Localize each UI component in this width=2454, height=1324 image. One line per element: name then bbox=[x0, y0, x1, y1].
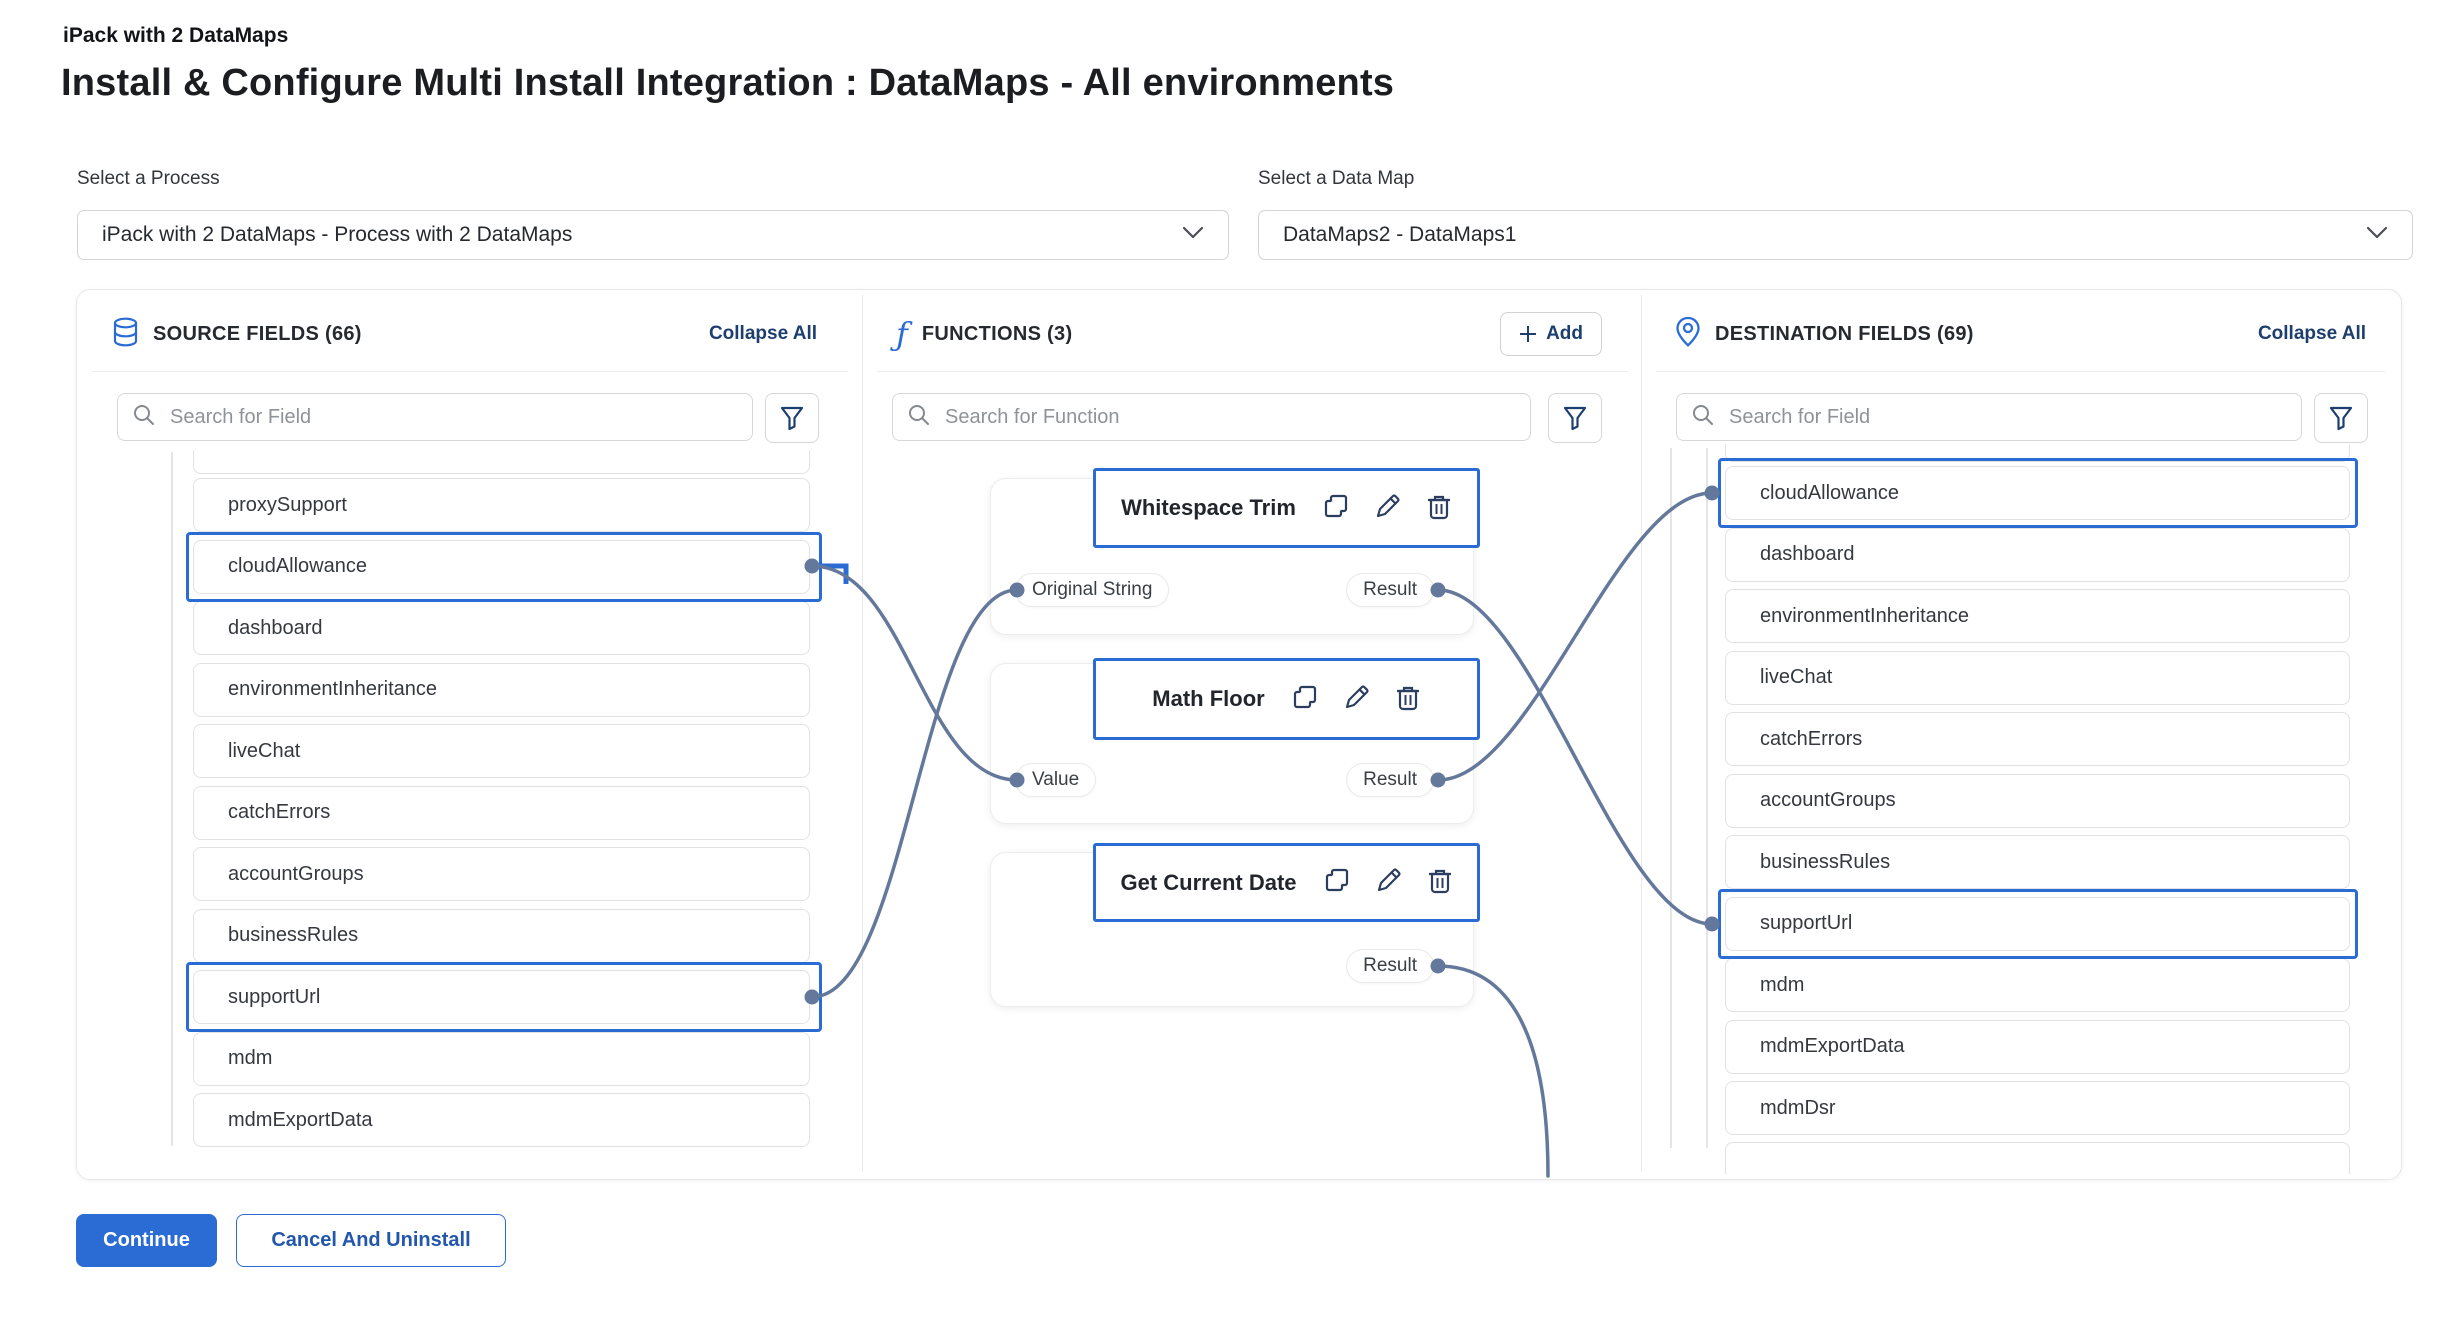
cancel-and-uninstall-button[interactable]: Cancel And Uninstall bbox=[236, 1214, 506, 1267]
source-field-item[interactable]: businessRules bbox=[193, 909, 810, 963]
destination-panel-header: DESTINATION FIELDS (69) Collapse All bbox=[1675, 312, 2366, 356]
source-field-item[interactable]: accountGroups bbox=[193, 847, 810, 901]
tree-guide-line bbox=[1706, 448, 1708, 1148]
search-icon bbox=[132, 403, 156, 432]
source-filter-button[interactable] bbox=[765, 393, 819, 443]
function-card-header: Get Current Date bbox=[1093, 843, 1480, 922]
process-select-label: Select a Process bbox=[77, 168, 220, 190]
partial-field-row bbox=[1725, 1142, 2350, 1174]
function-card-header: Whitespace Trim bbox=[1093, 468, 1480, 548]
datamap-select-value: DataMaps2 - DataMaps1 bbox=[1283, 223, 2366, 247]
divider bbox=[877, 371, 1628, 372]
destination-field-item[interactable]: cloudAllowance bbox=[1725, 466, 2350, 520]
edit-icon bbox=[1343, 683, 1371, 711]
source-field-item[interactable]: proxySupport bbox=[193, 478, 810, 532]
function-card-header: Math Floor bbox=[1093, 658, 1480, 740]
source-field-item[interactable]: supportUrl bbox=[193, 970, 810, 1024]
database-icon bbox=[112, 317, 139, 352]
destination-field-item[interactable]: liveChat bbox=[1725, 651, 2350, 705]
destination-filter-button[interactable] bbox=[2314, 393, 2368, 443]
destination-field-item[interactable]: mdm bbox=[1725, 958, 2350, 1012]
functions-panel-header: ƒ FUNCTIONS (3) Add bbox=[896, 312, 1602, 356]
function-input-port[interactable]: Value bbox=[1015, 763, 1096, 797]
destination-field-item[interactable]: catchErrors bbox=[1725, 712, 2350, 766]
tree-guide-line bbox=[1670, 448, 1672, 1148]
copy-icon[interactable] bbox=[1322, 492, 1350, 525]
destination-field-item[interactable]: mdmDsr bbox=[1725, 1081, 2350, 1135]
tree-guide-line bbox=[171, 452, 173, 1146]
source-field-item[interactable]: mdm bbox=[193, 1032, 810, 1086]
location-pin-icon bbox=[1675, 316, 1701, 353]
delete-icon bbox=[1426, 492, 1452, 520]
copy-icon bbox=[1291, 683, 1319, 711]
function-output-port[interactable]: Result bbox=[1346, 949, 1434, 983]
delete-icon[interactable] bbox=[1427, 866, 1453, 899]
divider bbox=[1656, 371, 2385, 372]
edit-icon[interactable] bbox=[1375, 866, 1403, 899]
source-search[interactable] bbox=[117, 393, 753, 441]
source-field-item[interactable]: liveChat bbox=[193, 724, 810, 778]
edit-icon bbox=[1375, 866, 1403, 894]
continue-button[interactable]: Continue bbox=[76, 1214, 217, 1267]
source-field-item[interactable]: dashboard bbox=[193, 601, 810, 655]
partial-field-row bbox=[1725, 444, 2350, 462]
delete-icon[interactable] bbox=[1395, 683, 1421, 716]
function-output-port[interactable]: Result bbox=[1346, 573, 1434, 607]
delete-icon bbox=[1395, 683, 1421, 711]
source-panel-title: SOURCE FIELDS (66) bbox=[153, 323, 362, 346]
source-field-item[interactable]: cloudAllowance bbox=[193, 540, 810, 594]
plus-icon bbox=[1519, 325, 1537, 343]
destination-field-item[interactable]: environmentInheritance bbox=[1725, 589, 2350, 643]
panel-divider bbox=[1641, 295, 1642, 1172]
destination-field-item[interactable]: mdmExportData bbox=[1725, 1020, 2350, 1074]
chevron-down-icon bbox=[2366, 226, 2388, 244]
destination-collapse-all-button[interactable]: Collapse All bbox=[2258, 323, 2366, 345]
destination-field-item[interactable]: supportUrl bbox=[1725, 897, 2350, 951]
copy-icon[interactable] bbox=[1323, 866, 1351, 899]
function-title: Math Floor bbox=[1152, 686, 1264, 712]
destination-search-input[interactable] bbox=[1727, 405, 2287, 430]
panel-divider bbox=[862, 295, 863, 1172]
partial-field-row bbox=[193, 450, 810, 474]
destination-field-item[interactable]: businessRules bbox=[1725, 835, 2350, 889]
function-title: Whitespace Trim bbox=[1121, 495, 1296, 521]
destination-search[interactable] bbox=[1676, 393, 2302, 441]
source-field-item[interactable]: mdmExportData bbox=[193, 1093, 810, 1147]
chevron-down-icon bbox=[1182, 226, 1204, 244]
functions-search-input[interactable] bbox=[943, 405, 1516, 430]
edit-icon bbox=[1374, 492, 1402, 520]
copy-icon bbox=[1323, 866, 1351, 894]
delete-icon bbox=[1427, 866, 1453, 894]
copy-icon bbox=[1322, 492, 1350, 520]
search-icon bbox=[907, 403, 931, 432]
destination-panel-title: DESTINATION FIELDS (69) bbox=[1715, 323, 1974, 346]
source-collapse-all-button[interactable]: Collapse All bbox=[709, 323, 817, 345]
destination-field-item[interactable]: dashboard bbox=[1725, 528, 2350, 582]
functions-panel-title: FUNCTIONS (3) bbox=[922, 323, 1073, 346]
process-select-value: iPack with 2 DataMaps - Process with 2 D… bbox=[102, 223, 1182, 247]
function-icon: ƒ bbox=[896, 319, 908, 349]
function-output-port[interactable]: Result bbox=[1346, 763, 1434, 797]
edit-icon[interactable] bbox=[1343, 683, 1371, 716]
breadcrumb: iPack with 2 DataMaps bbox=[63, 24, 288, 48]
function-input-port[interactable]: Original String bbox=[1015, 573, 1169, 607]
functions-search[interactable] bbox=[892, 393, 1531, 441]
search-icon bbox=[1691, 403, 1715, 432]
destination-field-item[interactable]: accountGroups bbox=[1725, 774, 2350, 828]
function-title: Get Current Date bbox=[1120, 870, 1296, 896]
page-title: Install & Configure Multi Install Integr… bbox=[61, 62, 1394, 105]
datamap-select[interactable]: DataMaps2 - DataMaps1 bbox=[1258, 210, 2413, 260]
source-field-item[interactable]: catchErrors bbox=[193, 786, 810, 840]
functions-filter-button[interactable] bbox=[1548, 393, 1602, 443]
edit-icon[interactable] bbox=[1374, 492, 1402, 525]
copy-icon[interactable] bbox=[1291, 683, 1319, 716]
source-search-input[interactable] bbox=[168, 405, 738, 430]
process-select[interactable]: iPack with 2 DataMaps - Process with 2 D… bbox=[77, 210, 1229, 260]
delete-icon[interactable] bbox=[1426, 492, 1452, 525]
datamap-select-label: Select a Data Map bbox=[1258, 168, 1414, 190]
add-function-button[interactable]: Add bbox=[1500, 312, 1602, 356]
source-panel-header: SOURCE FIELDS (66) Collapse All bbox=[112, 312, 817, 356]
divider bbox=[92, 371, 848, 372]
source-field-item[interactable]: environmentInheritance bbox=[193, 663, 810, 717]
